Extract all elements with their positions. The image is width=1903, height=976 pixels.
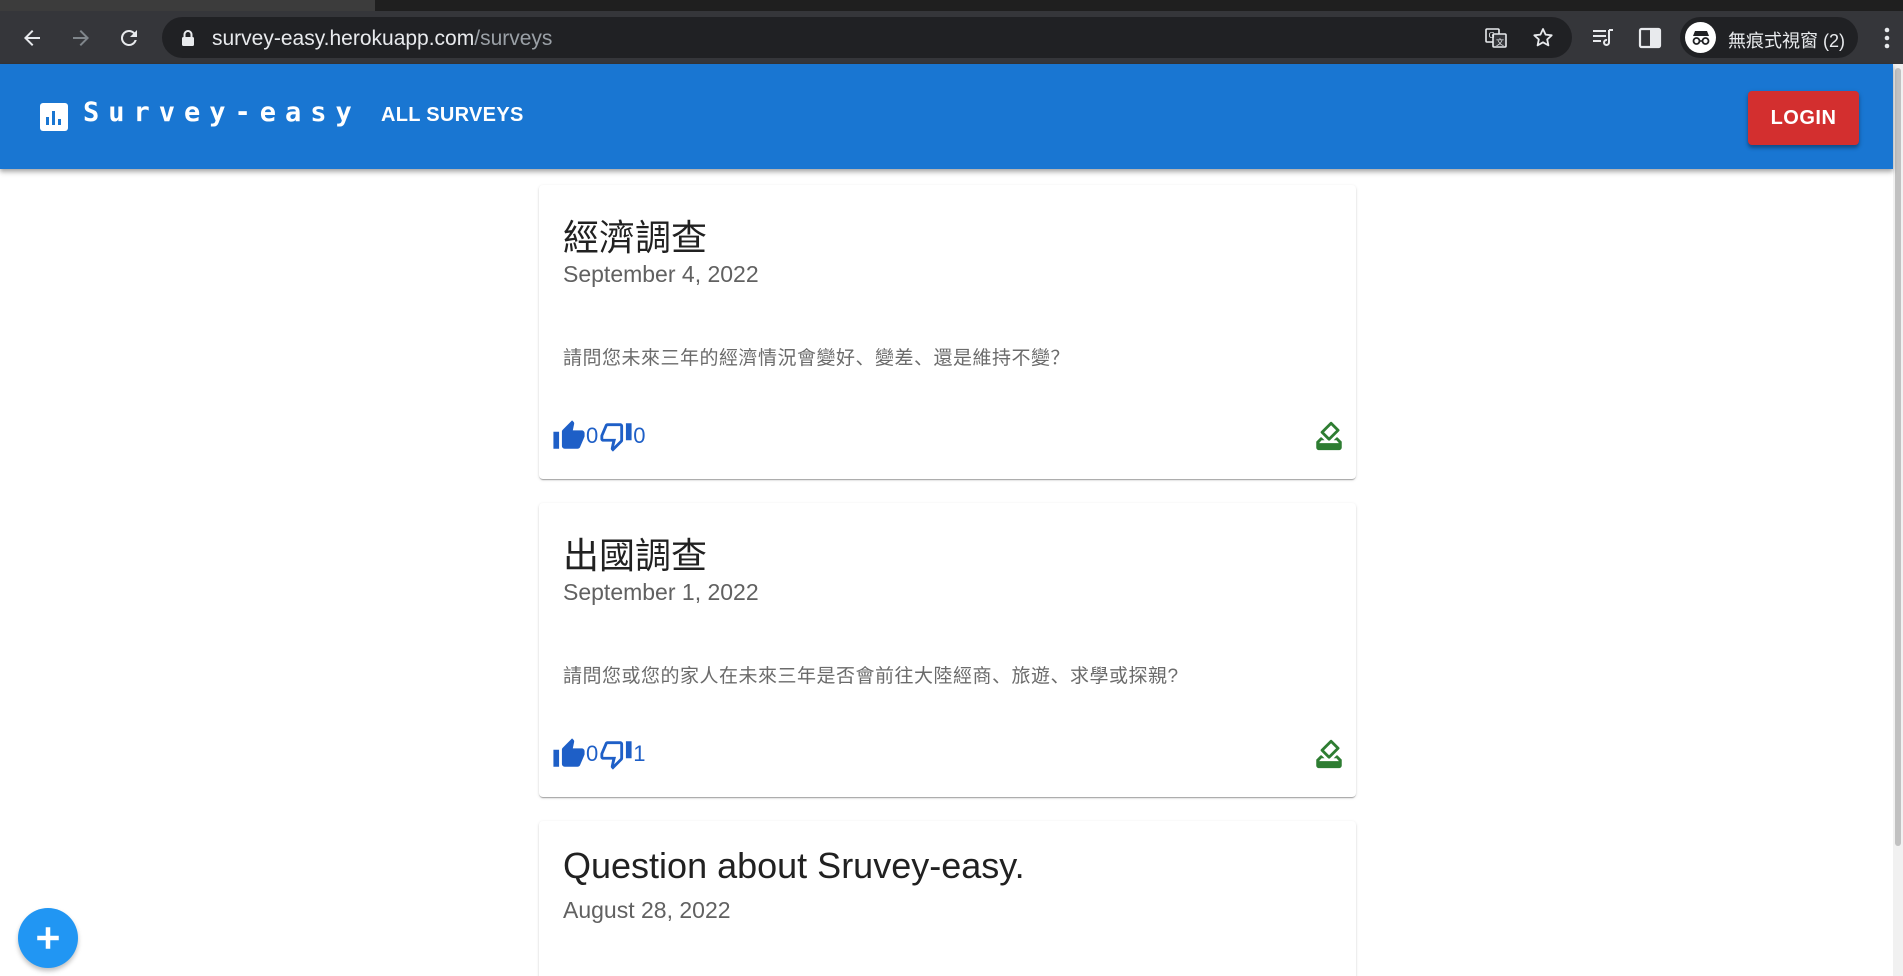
- survey-question: 請問您或您的家人在未來三年是否會前往大陸經商、旅遊、求學或探親?: [563, 666, 1179, 687]
- thumb-down-icon[interactable]: [599, 737, 633, 771]
- incognito-label: 無痕式視窗 (2): [1728, 31, 1845, 51]
- incognito-icon: [1685, 22, 1716, 53]
- url-text: survey-easy.herokuapp.com/surveys: [212, 27, 553, 50]
- page-scrollbar[interactable]: [1893, 64, 1903, 976]
- thumb-down-icon[interactable]: [599, 419, 633, 453]
- add-icon: [37, 927, 59, 949]
- browser-tab-strip: [0, 0, 1903, 11]
- survey-title: Question about Sruvey-easy.: [563, 845, 1025, 886]
- add-survey-button[interactable]: [18, 908, 78, 968]
- translate-icon[interactable]: 文G: [1484, 26, 1508, 50]
- incognito-profile-button[interactable]: 無痕式視窗 (2): [1680, 17, 1858, 58]
- login-button[interactable]: LOGIN: [1748, 91, 1859, 145]
- survey-title: 出國調查: [563, 535, 708, 576]
- bookmark-star-icon[interactable]: [1531, 26, 1555, 50]
- how-to-vote-icon[interactable]: [1312, 419, 1346, 453]
- browser-active-tab-edge: [0, 0, 375, 11]
- survey-question: 請問您未來三年的經濟情況會變好、變差、還是維持不變？: [563, 348, 1071, 369]
- brand-title[interactable]: Survey-easy: [83, 97, 361, 128]
- reload-button[interactable]: [113, 22, 145, 54]
- arrow-left-icon: [24, 30, 40, 46]
- thumb-up-icon[interactable]: [552, 419, 586, 453]
- survey-card[interactable]: 出國調查 September 1, 2022 請問您或您的家人在未來三年是否會前…: [539, 503, 1356, 797]
- survey-date: August 28, 2022: [563, 897, 731, 923]
- vote-row: 0 0: [552, 419, 647, 453]
- svg-text:文: 文: [1496, 37, 1504, 47]
- side-panel-icon[interactable]: [1637, 25, 1663, 51]
- forward-button[interactable]: [65, 22, 97, 54]
- survey-date: September 4, 2022: [563, 261, 759, 287]
- address-bar[interactable]: survey-easy.herokuapp.com/surveys 文G: [162, 17, 1572, 58]
- bar-chart-icon: [40, 103, 68, 131]
- scrollbar-thumb[interactable]: [1895, 68, 1901, 846]
- survey-card[interactable]: Question about Sruvey-easy. August 28, 2…: [539, 821, 1356, 976]
- thumb-up-icon[interactable]: [552, 737, 586, 771]
- app-bar: Survey-easy ALL SURVEYS LOGIN: [0, 64, 1893, 169]
- survey-card[interactable]: 經濟調查 September 4, 2022 請問您未來三年的經濟情況會變好、變…: [539, 185, 1356, 479]
- how-to-vote-icon[interactable]: [1312, 737, 1346, 771]
- dislike-count: 1: [633, 741, 646, 766]
- back-button[interactable]: [16, 22, 48, 54]
- dislike-count: 0: [633, 423, 646, 448]
- vote-row: 0 1: [552, 737, 647, 771]
- like-count: 0: [586, 423, 599, 448]
- survey-date: September 1, 2022: [563, 579, 759, 605]
- reload-icon: [120, 29, 137, 46]
- arrow-right-icon: [73, 30, 89, 46]
- lock-icon: [182, 30, 194, 46]
- media-control-icon[interactable]: [1590, 25, 1616, 51]
- svg-text:G: G: [1489, 31, 1495, 40]
- browser-toolbar: survey-easy.herokuapp.com/surveys 文G 無痕式…: [0, 11, 1903, 64]
- nav-all-surveys[interactable]: ALL SURVEYS: [381, 104, 524, 127]
- browser-menu-icon[interactable]: [1877, 25, 1897, 51]
- survey-title: 經濟調查: [563, 217, 708, 258]
- like-count: 0: [586, 741, 599, 766]
